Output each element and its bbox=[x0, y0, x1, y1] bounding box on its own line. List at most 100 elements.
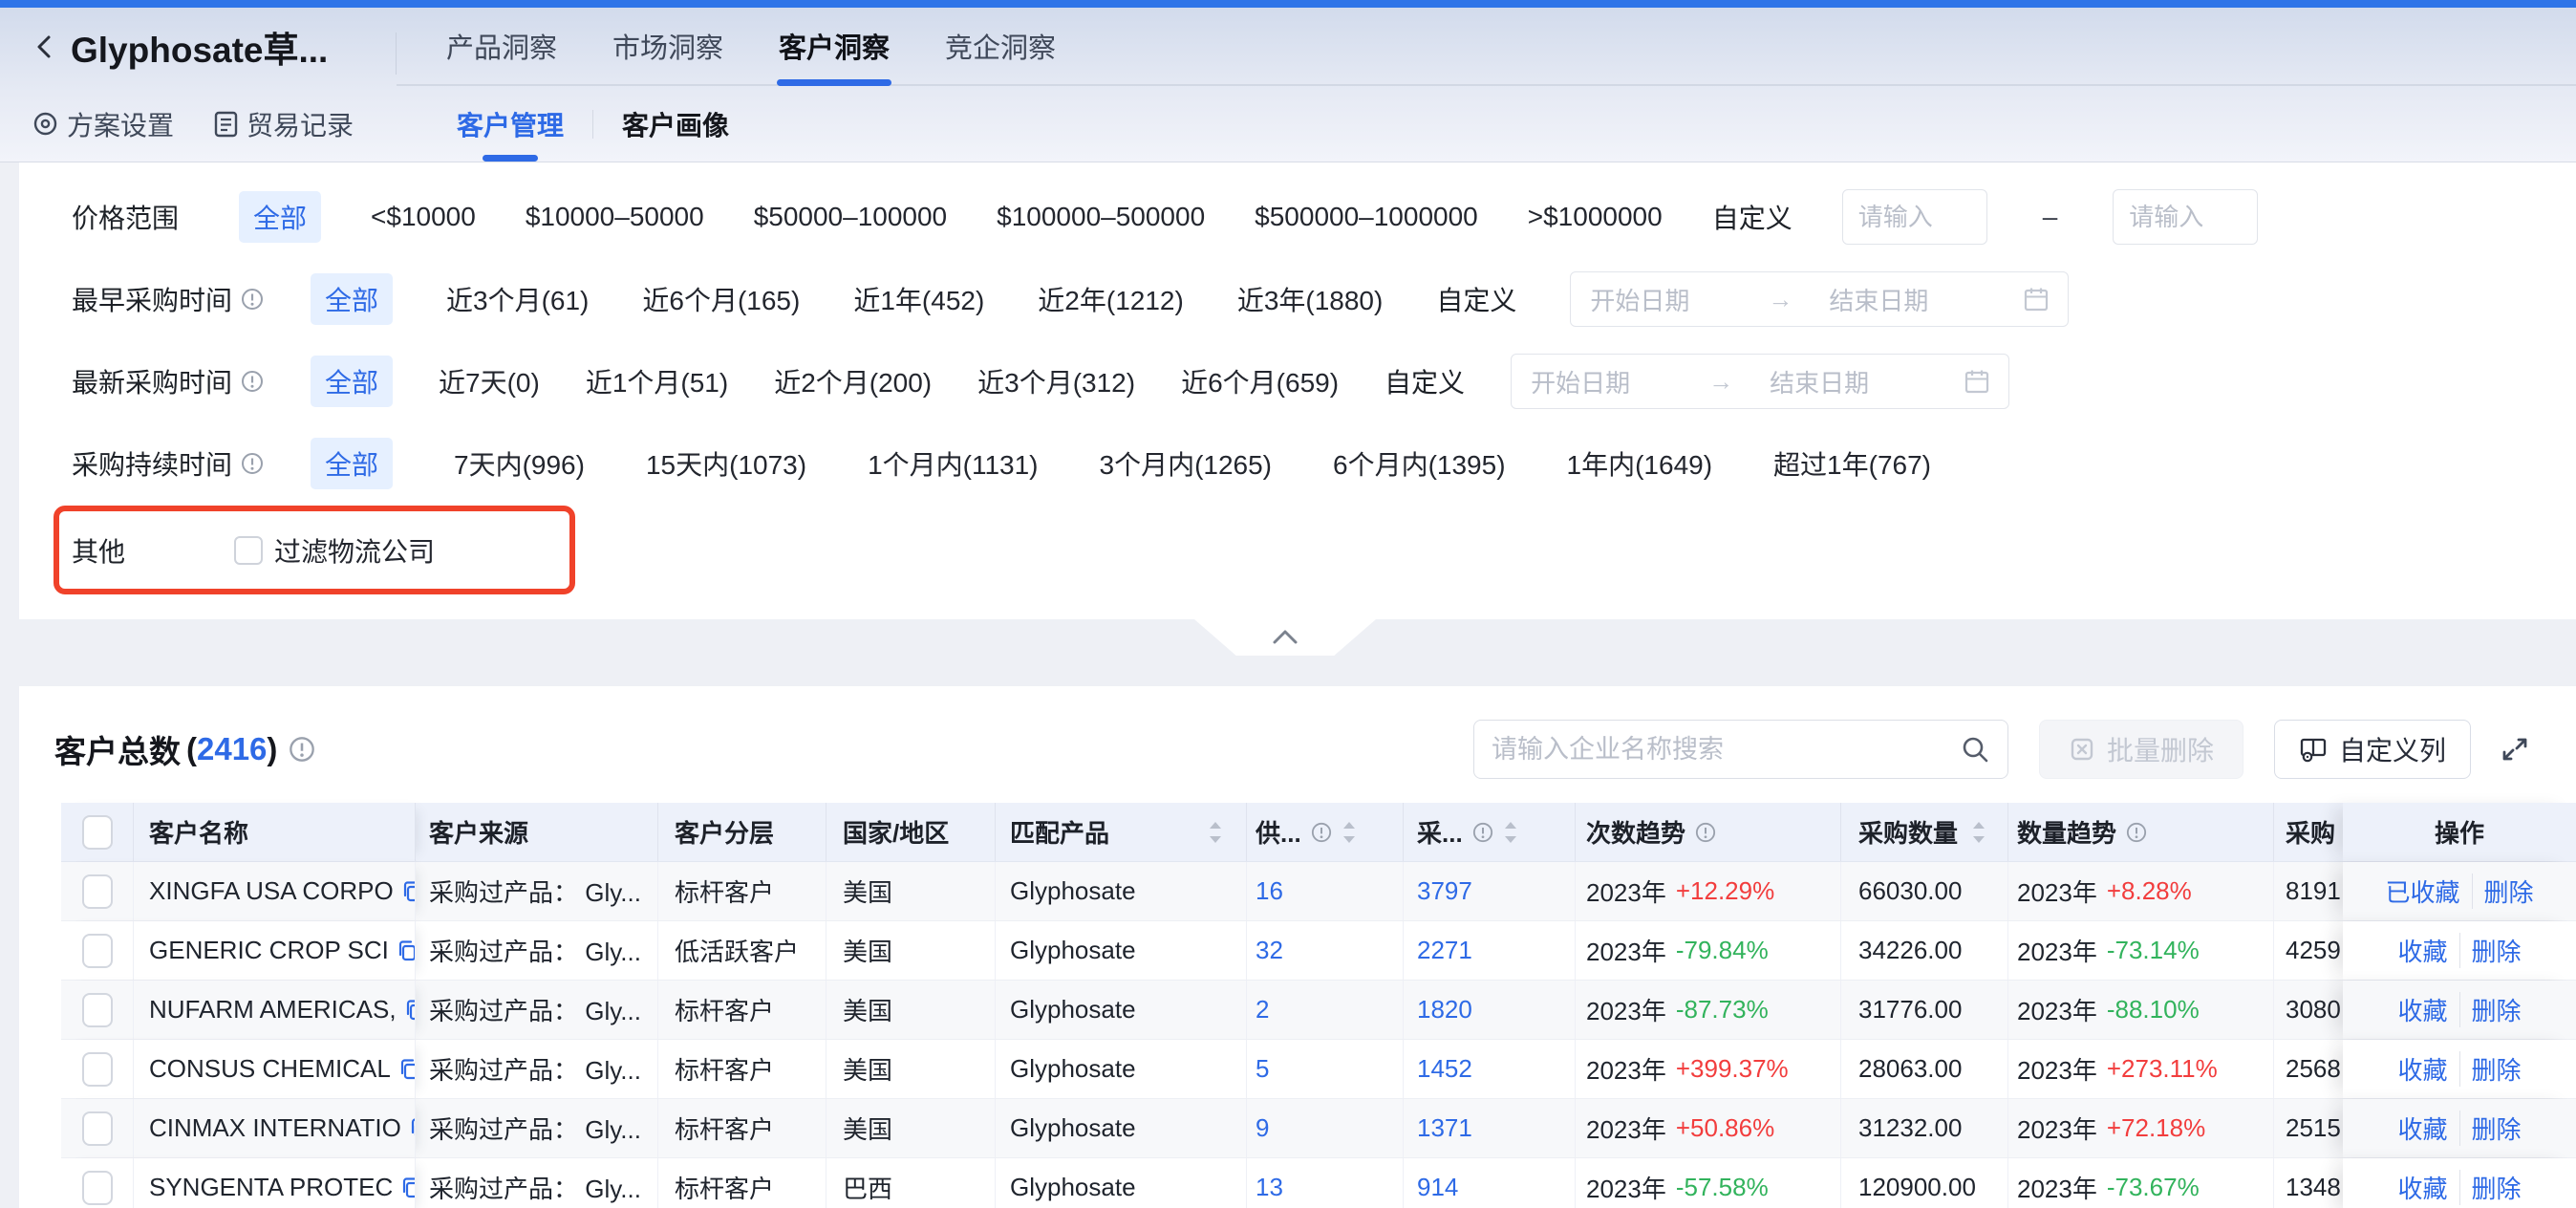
favorite-action[interactable]: 收藏 bbox=[2386, 1111, 2458, 1146]
duration-option[interactable]: 3个月内(1265) bbox=[1100, 444, 1273, 483]
duration-option[interactable]: 15天内(1073) bbox=[646, 444, 806, 483]
info-icon[interactable] bbox=[1472, 822, 1493, 843]
search-icon[interactable] bbox=[1960, 734, 1990, 765]
company-search-input[interactable] bbox=[1492, 735, 1960, 765]
customer-name[interactable]: CINMAX INTERNATIO bbox=[149, 1113, 401, 1143]
duration-all-chip[interactable]: 全部 bbox=[311, 438, 393, 489]
earliest-all-chip[interactable]: 全部 bbox=[311, 273, 393, 325]
back-chevron-icon[interactable] bbox=[32, 34, 57, 59]
tab-product-insight[interactable]: 产品洞察 bbox=[444, 8, 559, 84]
row-checkbox[interactable] bbox=[82, 1171, 113, 1205]
customer-name[interactable]: GENERIC CROP SCI bbox=[149, 936, 389, 965]
delete-action[interactable]: 删除 bbox=[2472, 874, 2545, 909]
subtab-customer-profile[interactable]: 客户画像 bbox=[618, 86, 733, 162]
row-checkbox[interactable] bbox=[82, 934, 113, 968]
batch-delete-button[interactable]: 批量删除 bbox=[2039, 720, 2243, 779]
fullscreen-icon[interactable] bbox=[2498, 732, 2532, 766]
delete-action[interactable]: 删除 bbox=[2459, 1170, 2533, 1205]
favorite-action[interactable]: 收藏 bbox=[2386, 933, 2458, 968]
delete-action[interactable]: 删除 bbox=[2459, 1111, 2533, 1146]
select-all-checkbox[interactable] bbox=[82, 815, 113, 850]
earliest-option[interactable]: 近3年(1880) bbox=[1237, 280, 1384, 318]
favorite-action[interactable]: 收藏 bbox=[2386, 1051, 2458, 1087]
favorite-action[interactable]: 收藏 bbox=[2386, 1170, 2458, 1205]
purchases-link[interactable]: 914 bbox=[1417, 1173, 1458, 1202]
tab-customer-insight[interactable]: 客户洞察 bbox=[777, 8, 891, 84]
sort-toggle[interactable] bbox=[1342, 819, 1357, 846]
info-icon[interactable] bbox=[241, 288, 264, 311]
trade-records-button[interactable]: 贸易记录 bbox=[214, 105, 354, 143]
row-checkbox[interactable] bbox=[82, 1052, 113, 1087]
earliest-date-range-picker[interactable]: 开始日期 → 结束日期 bbox=[1570, 271, 2069, 327]
filter-logistics-checkbox[interactable] bbox=[234, 536, 263, 565]
info-icon[interactable] bbox=[2126, 822, 2147, 843]
tab-competitor-insight[interactable]: 竞企洞察 bbox=[943, 8, 1058, 84]
price-option[interactable]: $50000–100000 bbox=[754, 202, 947, 232]
duration-option[interactable]: 超过1年(767) bbox=[1773, 444, 1931, 483]
earliest-option[interactable]: 近1年(452) bbox=[853, 280, 984, 318]
row-checkbox[interactable] bbox=[82, 1111, 113, 1146]
copy-icon[interactable] bbox=[399, 879, 416, 904]
earliest-custom-label[interactable]: 自定义 bbox=[1436, 280, 1516, 318]
sort-toggle[interactable] bbox=[1971, 819, 1986, 846]
filter-logistics-label[interactable]: 过滤物流公司 bbox=[274, 531, 435, 570]
purchases-link[interactable]: 1452 bbox=[1417, 1054, 1472, 1084]
tab-market-insight[interactable]: 市场洞察 bbox=[611, 8, 725, 84]
copy-icon[interactable] bbox=[398, 1176, 416, 1200]
suppliers-link[interactable]: 32 bbox=[1256, 936, 1283, 965]
customer-name[interactable]: SYNGENTA PROTEC bbox=[149, 1173, 393, 1202]
latest-option[interactable]: 近3个月(312) bbox=[977, 362, 1135, 400]
customer-name[interactable]: CONSUS CHEMICAL bbox=[149, 1054, 391, 1084]
price-all-chip[interactable]: 全部 bbox=[239, 191, 321, 243]
suppliers-link[interactable]: 2 bbox=[1256, 995, 1269, 1025]
info-icon[interactable] bbox=[289, 736, 315, 763]
price-custom-label[interactable]: 自定义 bbox=[1712, 198, 1792, 236]
row-checkbox[interactable] bbox=[82, 993, 113, 1027]
customer-name[interactable]: NUFARM AMERICAS, bbox=[149, 995, 397, 1025]
suppliers-link[interactable]: 9 bbox=[1256, 1113, 1269, 1143]
copy-icon[interactable] bbox=[395, 938, 416, 963]
purchases-link[interactable]: 3797 bbox=[1417, 876, 1472, 906]
duration-option[interactable]: 6个月内(1395) bbox=[1333, 444, 1506, 483]
duration-option[interactable]: 1个月内(1131) bbox=[868, 444, 1038, 483]
suppliers-link[interactable]: 13 bbox=[1256, 1173, 1283, 1202]
sort-toggle[interactable] bbox=[1503, 819, 1518, 846]
latest-option[interactable]: 近1个月(51) bbox=[586, 362, 728, 400]
price-max-input[interactable] bbox=[2113, 189, 2258, 245]
customer-name[interactable]: XINGFA USA CORPO bbox=[149, 876, 394, 906]
purchases-link[interactable]: 1371 bbox=[1417, 1113, 1472, 1143]
customize-columns-button[interactable]: 自定义列 bbox=[2274, 720, 2471, 779]
earliest-option[interactable]: 近3个月(61) bbox=[446, 280, 589, 318]
earliest-option[interactable]: 近2年(1212) bbox=[1038, 280, 1184, 318]
suppliers-link[interactable]: 5 bbox=[1256, 1054, 1269, 1084]
price-min-input[interactable] bbox=[1842, 189, 1987, 245]
latest-date-range-picker[interactable]: 开始日期 → 结束日期 bbox=[1511, 354, 2009, 409]
favorite-action[interactable]: 收藏 bbox=[2386, 992, 2458, 1027]
price-option[interactable]: <$10000 bbox=[371, 202, 476, 232]
latest-all-chip[interactable]: 全部 bbox=[311, 356, 393, 407]
delete-action[interactable]: 删除 bbox=[2459, 933, 2533, 968]
copy-icon[interactable] bbox=[407, 1116, 416, 1141]
price-option[interactable]: >$1000000 bbox=[1528, 202, 1663, 232]
delete-action[interactable]: 删除 bbox=[2459, 1051, 2533, 1087]
info-icon[interactable] bbox=[241, 452, 264, 475]
subtab-customer-management[interactable]: 客户管理 bbox=[453, 86, 568, 162]
latest-option[interactable]: 近7天(0) bbox=[439, 362, 540, 400]
price-option[interactable]: $500000–1000000 bbox=[1255, 202, 1478, 232]
favorite-action[interactable]: 已收藏 bbox=[2373, 874, 2471, 909]
price-option[interactable]: $10000–50000 bbox=[526, 202, 704, 232]
latest-option[interactable]: 近6个月(659) bbox=[1181, 362, 1339, 400]
duration-option[interactable]: 1年内(1649) bbox=[1567, 444, 1713, 483]
info-icon[interactable] bbox=[1311, 822, 1332, 843]
purchases-link[interactable]: 1820 bbox=[1417, 995, 1472, 1025]
price-option[interactable]: $100000–500000 bbox=[997, 202, 1205, 232]
plan-settings-button[interactable]: 方案设置 bbox=[32, 105, 174, 143]
info-icon[interactable] bbox=[241, 370, 264, 393]
earliest-option[interactable]: 近6个月(165) bbox=[642, 280, 800, 318]
purchases-link[interactable]: 2271 bbox=[1417, 936, 1472, 965]
latest-option[interactable]: 近2个月(200) bbox=[774, 362, 932, 400]
sort-toggle[interactable] bbox=[1208, 819, 1223, 846]
row-checkbox[interactable] bbox=[82, 874, 113, 909]
collapse-filters-button[interactable] bbox=[1194, 619, 1376, 656]
duration-option[interactable]: 7天内(996) bbox=[454, 444, 585, 483]
